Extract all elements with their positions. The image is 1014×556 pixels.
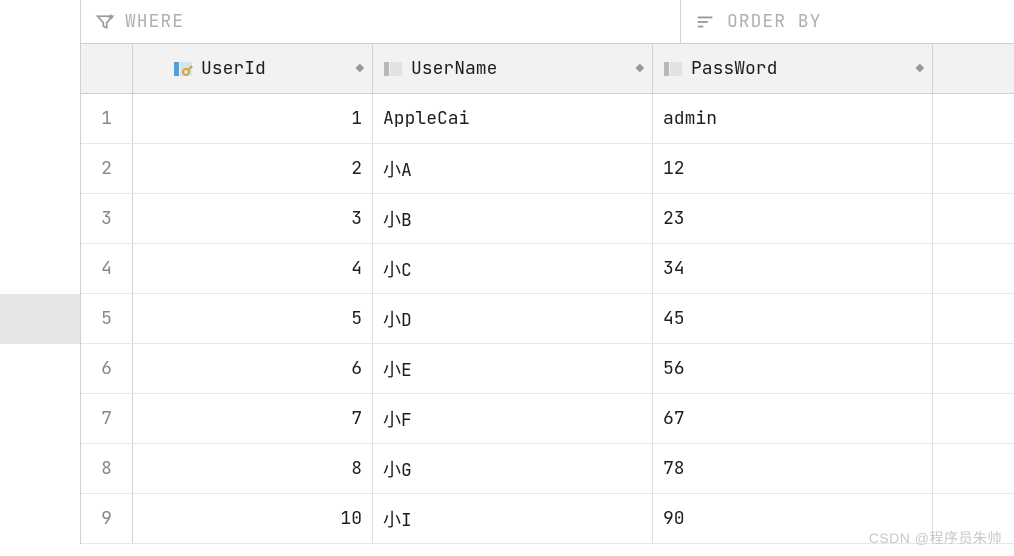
row-number[interactable]: 8 — [81, 444, 133, 493]
table-row[interactable]: 22小A12 — [81, 144, 1014, 194]
cell-userid[interactable]: 1 — [133, 94, 373, 143]
header-row: UserId ◆ UserName ◆ — [81, 44, 1014, 94]
column-icon — [663, 59, 683, 79]
orderby-label: ORDER BY — [727, 10, 821, 33]
row-gutter[interactable] — [0, 294, 80, 344]
row-gutter[interactable] — [0, 494, 80, 544]
row-gutter[interactable] — [0, 444, 80, 494]
column-header-username[interactable]: UserName ◆ — [373, 44, 653, 93]
column-header-password[interactable]: PassWord ◆ — [653, 44, 933, 93]
cell-password[interactable]: 23 — [653, 194, 933, 243]
row-gutter[interactable] — [0, 344, 80, 394]
cell-username[interactable]: 小B — [373, 194, 653, 243]
cell-password[interactable]: 12 — [653, 144, 933, 193]
cell-userid[interactable]: 6 — [133, 344, 373, 393]
row-number[interactable]: 9 — [81, 494, 133, 543]
cell-userid[interactable]: 4 — [133, 244, 373, 293]
cell-userid[interactable]: 7 — [133, 394, 373, 443]
sort-handle-icon[interactable]: ◆ — [356, 62, 364, 76]
cell-username[interactable]: 小G — [373, 444, 653, 493]
filter-icon — [95, 12, 115, 32]
cell-username[interactable]: 小C — [373, 244, 653, 293]
row-number[interactable]: 1 — [81, 94, 133, 143]
column-label: UserId — [201, 57, 266, 80]
row-gutter[interactable] — [0, 394, 80, 444]
cell-username[interactable]: 小I — [373, 494, 653, 543]
cell-password[interactable]: 56 — [653, 344, 933, 393]
cell-username[interactable]: 小D — [373, 294, 653, 343]
cell-password[interactable]: admin — [653, 94, 933, 143]
table-row[interactable]: 66小E56 — [81, 344, 1014, 394]
row-gutter[interactable] — [0, 94, 80, 144]
row-number[interactable]: 2 — [81, 144, 133, 193]
cell-username[interactable]: 小A — [373, 144, 653, 193]
table-row[interactable]: 77小F67 — [81, 394, 1014, 444]
column-icon — [383, 59, 403, 79]
cell-username[interactable]: AppleCai — [373, 94, 653, 143]
table-row[interactable]: 44小C34 — [81, 244, 1014, 294]
sort-handle-icon[interactable]: ◆ — [916, 62, 924, 76]
sort-icon — [695, 12, 717, 32]
column-header-userid[interactable]: UserId ◆ — [133, 44, 373, 93]
cell-userid[interactable]: 2 — [133, 144, 373, 193]
cell-userid[interactable]: 3 — [133, 194, 373, 243]
watermark: CSDN @程序员朱帅 — [869, 528, 1002, 548]
column-label: UserName — [411, 57, 497, 80]
primary-key-icon — [173, 59, 193, 79]
rownum-header[interactable] — [81, 44, 133, 93]
row-gutter[interactable] — [0, 244, 80, 294]
cell-password[interactable]: 67 — [653, 394, 933, 443]
row-number[interactable]: 6 — [81, 344, 133, 393]
cell-username[interactable]: 小E — [373, 344, 653, 393]
cell-password[interactable]: 45 — [653, 294, 933, 343]
cell-username[interactable]: 小F — [373, 394, 653, 443]
cell-userid[interactable]: 8 — [133, 444, 373, 493]
column-label: PassWord — [691, 57, 777, 80]
where-filter[interactable]: WHERE — [81, 0, 681, 43]
table-row[interactable]: 55小D45 — [81, 294, 1014, 344]
where-label: WHERE — [125, 10, 184, 33]
table-row[interactable]: 88小G78 — [81, 444, 1014, 494]
filter-bar: WHERE ORDER BY — [81, 0, 1014, 44]
row-gutter[interactable] — [0, 144, 80, 194]
row-number[interactable]: 3 — [81, 194, 133, 243]
row-number[interactable]: 5 — [81, 294, 133, 343]
orderby-filter[interactable]: ORDER BY — [681, 0, 1014, 43]
row-gutter-header — [0, 44, 80, 94]
cell-userid[interactable]: 5 — [133, 294, 373, 343]
sort-handle-icon[interactable]: ◆ — [636, 62, 644, 76]
cell-userid[interactable]: 10 — [133, 494, 373, 543]
cell-password[interactable]: 34 — [653, 244, 933, 293]
row-gutter[interactable] — [0, 194, 80, 244]
row-number[interactable]: 7 — [81, 394, 133, 443]
data-grid: UserId ◆ UserName ◆ — [81, 44, 1014, 544]
table-row[interactable]: 33小B23 — [81, 194, 1014, 244]
cell-password[interactable]: 78 — [653, 444, 933, 493]
row-number[interactable]: 4 — [81, 244, 133, 293]
table-row[interactable]: 11AppleCaiadmin — [81, 94, 1014, 144]
